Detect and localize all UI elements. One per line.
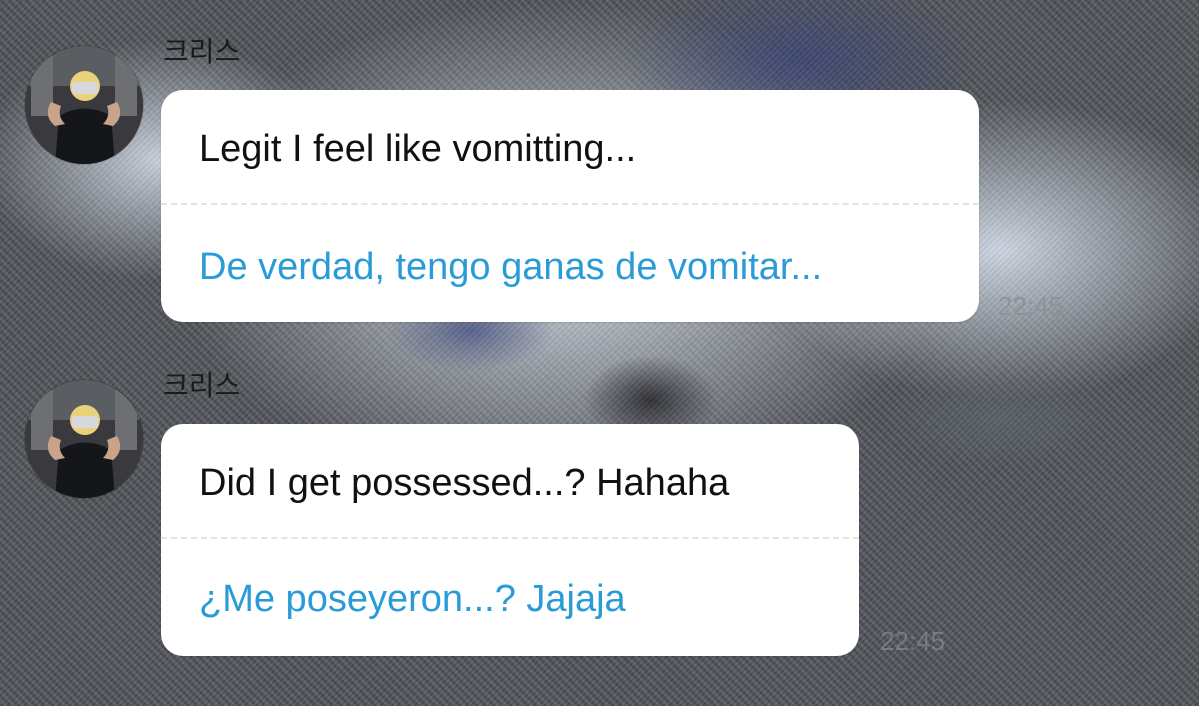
- sender-name: 크리스: [163, 369, 241, 402]
- message-group: 크리스 Did I get possessed...? Hahaha ¿Me p…: [0, 0, 1199, 706]
- message-original-text: Did I get possessed...? Hahaha: [199, 462, 730, 504]
- chat-screen: 크리스 Legit I feel like vomitting... De ve…: [0, 0, 1199, 706]
- sender-avatar[interactable]: [25, 380, 143, 498]
- message-timestamp: 22:45: [880, 626, 946, 656]
- message-translation-text: ¿Me poseyeron...? Jajaja: [199, 578, 626, 620]
- translation-divider: [161, 537, 859, 539]
- profile-photo-icon: [25, 380, 143, 498]
- message-bubble[interactable]: Did I get possessed...? Hahaha ¿Me posey…: [161, 424, 859, 656]
